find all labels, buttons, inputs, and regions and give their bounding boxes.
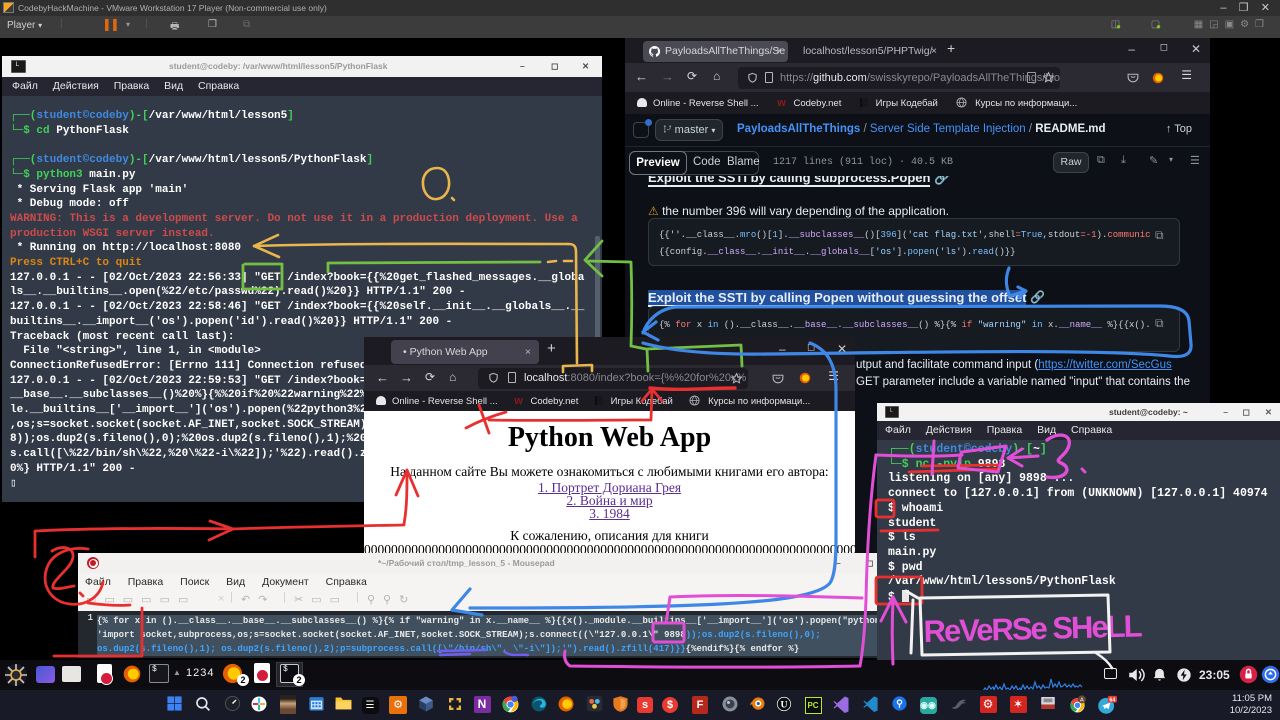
- svg-text:64: 64: [1109, 697, 1115, 703]
- svg-text:A: A: [1080, 697, 1084, 703]
- svg-text:U: U: [780, 699, 787, 710]
